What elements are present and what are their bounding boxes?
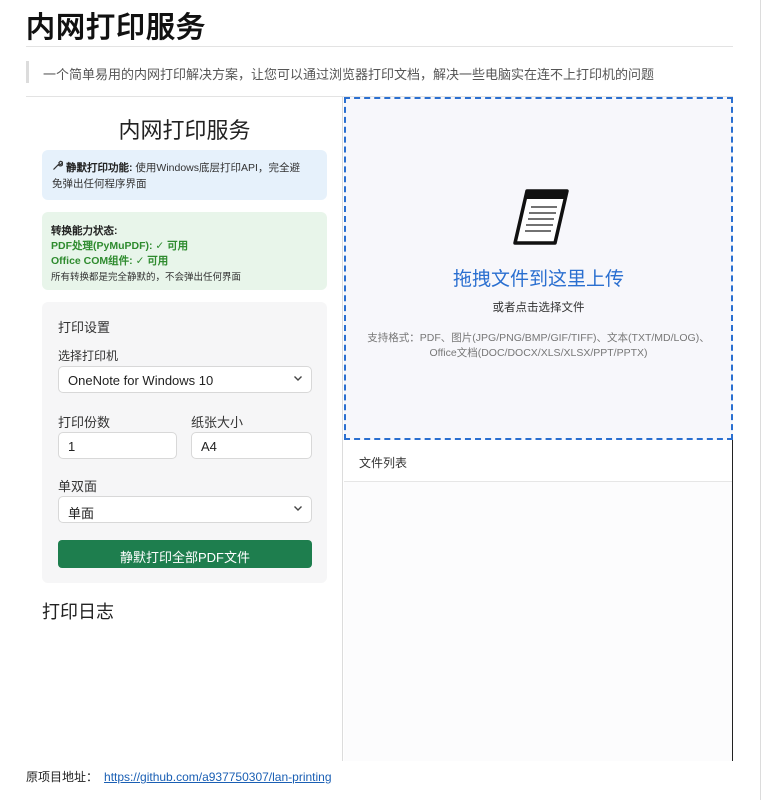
copies-input-value: 1 <box>68 439 76 454</box>
paper-size-value: A4 <box>201 439 217 454</box>
footer: 原项目地址： https://github.com/a937750307/lan-… <box>26 768 332 785</box>
silent-print-all-label: 静默打印全部PDF文件 <box>119 550 250 565</box>
paper-size-input[interactable]: A4 <box>191 432 312 459</box>
document-icon <box>511 187 575 247</box>
silent-info-text-2: 免弹出任何程序界面 <box>52 178 147 190</box>
status-title: 转换能力状态: <box>51 225 118 237</box>
dropzone-subtitle: 或者点击选择文件 <box>492 302 585 314</box>
printer-label: 选择打印机 <box>58 349 119 363</box>
title-divider <box>26 46 733 47</box>
page-title: 内网打印服务 <box>26 12 207 44</box>
app-heading: 内网打印服务 <box>118 118 251 143</box>
silent-print-all-button[interactable]: 静默打印全部PDF文件 <box>58 540 312 568</box>
paper-size-label: 纸张大小 <box>191 415 244 430</box>
dropzone-formats-line2: Office文档(DOC/DOCX/XLS/XLSX/PPT/PPTX) <box>429 347 648 359</box>
printer-select-value: OneNote for Windows 10 <box>68 373 214 388</box>
duplex-select-value: 单面 <box>68 506 95 521</box>
dropzone-formats-line1: 支持格式：PDF、图片(JPG/PNG/BMP/GIF/TIFF)、文本(TXT… <box>367 332 710 344</box>
upload-dropzone[interactable]: 拖拽文件到这里上传 或者点击选择文件 支持格式：PDF、图片(JPG/PNG/B… <box>344 97 733 440</box>
duplex-select[interactable]: 单面 <box>58 496 312 523</box>
page-description: 一个简单易用的内网打印解决方案，让您可以通过浏览器打印文档，解决一些电脑实在连不… <box>26 61 736 83</box>
file-list-header: 文件列表 <box>344 440 733 482</box>
dropzone-formats: 支持格式：PDF、图片(JPG/PNG/BMP/GIF/TIFF)、文本(TXT… <box>346 331 731 361</box>
status-office: Office COM组件: ✓ 可用 <box>51 255 169 267</box>
dropzone-title: 拖拽文件到这里上传 <box>452 269 624 290</box>
page-description-text: 一个简单易用的内网打印解决方案，让您可以通过浏览器打印文档，解决一些电脑实在连不… <box>43 67 655 82</box>
footer-label: 原项目地址： <box>26 770 99 784</box>
chevron-down-icon <box>293 502 303 516</box>
settings-title: 打印设置 <box>58 320 111 335</box>
app-frame: 内网打印服务 静默打印功能: 使用Windows底层打印API，完全避 免弹出任… <box>26 96 733 761</box>
left-panel: 内网打印服务 静默打印功能: 使用Windows底层打印API，完全避 免弹出任… <box>26 97 343 761</box>
conversion-status: 转换能力状态: PDF处理(PyMuPDF): ✓ 可用 Office COM组… <box>42 212 327 290</box>
status-pdf: PDF处理(PyMuPDF): ✓ 可用 <box>51 240 189 252</box>
file-list <box>344 482 733 761</box>
file-list-title: 文件列表 <box>359 456 408 470</box>
duplex-label: 单双面 <box>58 479 98 494</box>
print-log-heading: 打印日志 <box>42 602 114 622</box>
printer-select[interactable]: OneNote for Windows 10 <box>58 366 312 393</box>
print-settings-card: 打印设置 选择打印机 OneNote for Windows 10 打印份数 1… <box>42 302 327 583</box>
chevron-down-icon <box>293 372 303 386</box>
panel-divider <box>342 97 343 761</box>
status-note: 所有转换都是完全静默的，不会弹出任何界面 <box>51 272 242 283</box>
copies-label: 打印份数 <box>58 415 111 430</box>
silent-info-title: 静默打印功能: <box>66 162 133 174</box>
silent-info-text: 使用Windows底层打印API，完全避 <box>135 162 300 174</box>
silent-print-info: 静默打印功能: 使用Windows底层打印API，完全避 免弹出任何程序界面 <box>42 150 327 200</box>
right-panel: 拖拽文件到这里上传 或者点击选择文件 支持格式：PDF、图片(JPG/PNG/B… <box>344 97 733 761</box>
wrench-icon <box>52 160 64 174</box>
file-list-border <box>732 440 733 761</box>
copies-input[interactable]: 1 <box>58 432 177 459</box>
project-link[interactable]: https://github.com/a937750307/lan-printi… <box>104 770 332 784</box>
